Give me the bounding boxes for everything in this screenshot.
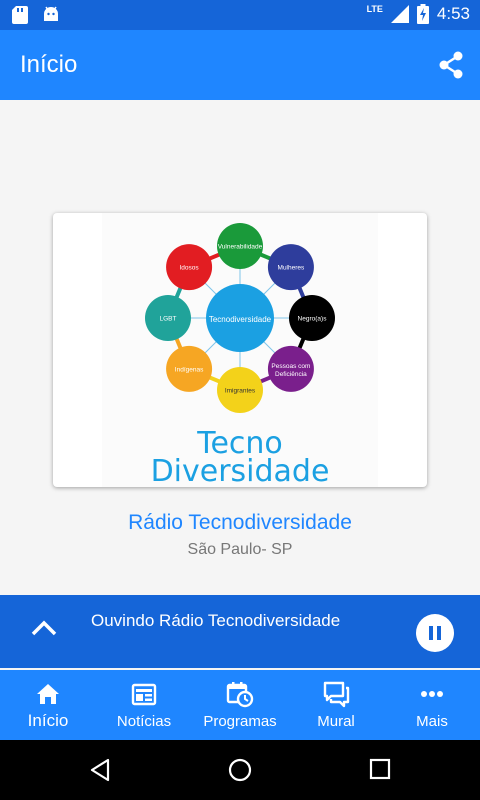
system-nav-bar <box>0 740 480 800</box>
nav-item-label: Início <box>27 711 69 730</box>
player-bar[interactable]: Ouvindo Rádio Tecnodiversidade <box>0 595 480 668</box>
network-type-label: LTE <box>366 4 383 14</box>
main-content: Tecnodiversidade Vulnerabilidade Mulheres… <box>0 100 480 595</box>
recents-icon[interactable] <box>369 758 391 780</box>
nav-item-mural[interactable]: Mural <box>288 670 384 740</box>
logo-node-label: Indígenas <box>175 366 204 373</box>
station-location: São Paulo- SP <box>187 541 293 558</box>
battery-charging-icon <box>416 4 429 24</box>
clock: 4:53 <box>436 4 470 23</box>
chat-icon <box>323 681 350 708</box>
logo-wordmark-line2: Diversidade <box>151 454 330 487</box>
page-title: Início <box>20 51 78 78</box>
nav-item-noticias[interactable]: Notícias <box>96 670 192 740</box>
android-icon <box>44 6 58 21</box>
logo-center-label: Tecnodiversidade <box>209 315 272 324</box>
status-bar: LTE 4:53 <box>0 0 480 30</box>
nav-item-label: Mural <box>317 713 355 730</box>
share-icon[interactable] <box>438 51 464 79</box>
logo-node-label: Imigrantes <box>225 388 256 395</box>
nav-item-label: Mais <box>416 713 448 730</box>
logo-node-label: Mulheres <box>278 265 305 272</box>
nav-item-label: Programas <box>203 713 277 730</box>
news-icon <box>131 683 157 706</box>
home-nav-icon[interactable] <box>228 758 252 782</box>
back-icon[interactable] <box>88 758 112 782</box>
calendar-clock-icon <box>226 682 254 708</box>
logo-node-label: LGBT <box>160 316 177 323</box>
nav-item-inicio[interactable]: Início <box>0 670 96 740</box>
station-name[interactable]: Rádio Tecnodiversidade <box>0 511 480 535</box>
logo-node-label: Idosos <box>180 265 200 272</box>
logo-node-label: Vulnerabilidade <box>218 244 263 251</box>
sd-card-icon <box>12 6 28 24</box>
station-logo: Tecnodiversidade Vulnerabilidade Mulheres… <box>102 213 378 487</box>
pause-icon <box>429 626 433 640</box>
nav-item-programas[interactable]: Programas <box>192 670 288 740</box>
logo-node-label: Negro(a)s <box>298 316 328 323</box>
logo-node-label: Deficiência <box>275 371 307 378</box>
nav-item-label: Notícias <box>116 713 172 730</box>
now-playing-label: Ouvindo Rádio Tecnodiversidade <box>91 611 341 630</box>
more-icon <box>421 691 443 697</box>
station-logo-card[interactable]: Tecnodiversidade Vulnerabilidade Mulheres… <box>53 213 427 487</box>
signal-icon <box>390 5 409 23</box>
chevron-up-icon[interactable] <box>30 619 58 637</box>
logo-node-label: Pessoas com <box>271 363 310 370</box>
home-icon <box>37 684 59 704</box>
bottom-nav: Início Notícias Programas Mural Mais <box>0 670 480 740</box>
app-bar: Início <box>0 30 480 100</box>
nav-item-mais[interactable]: Mais <box>384 670 480 740</box>
pause-button[interactable] <box>416 614 454 652</box>
